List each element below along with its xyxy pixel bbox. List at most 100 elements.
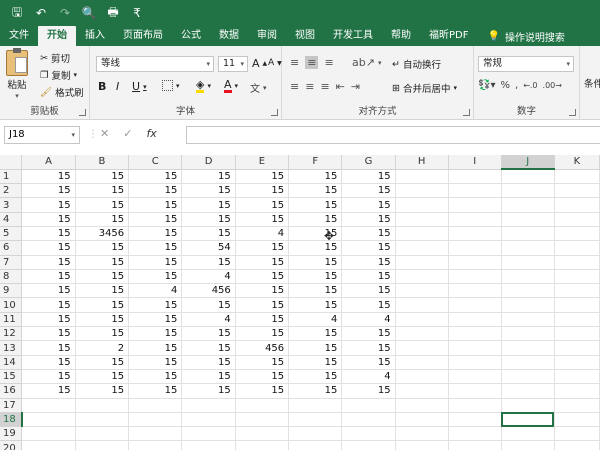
cell[interactable]	[235, 440, 290, 450]
cell[interactable]: 15	[181, 255, 236, 270]
cell[interactable]	[341, 398, 396, 413]
cell[interactable]	[181, 426, 236, 442]
phonetic-button[interactable]: 文 ▾	[250, 80, 267, 96]
cell[interactable]: 456	[235, 340, 290, 356]
cell[interactable]: 15	[21, 312, 76, 328]
cell[interactable]: 15	[341, 255, 396, 270]
cell[interactable]: 4	[181, 269, 236, 285]
merge-center-button[interactable]: ⊞ 合并后居中 ▾	[392, 81, 457, 96]
cell[interactable]: 15	[288, 255, 343, 270]
cell[interactable]: 15	[235, 197, 290, 213]
cell[interactable]	[448, 383, 502, 399]
bold-button[interactable]: B	[98, 80, 106, 93]
cell[interactable]	[21, 426, 76, 442]
cell[interactable]	[501, 283, 555, 299]
cell[interactable]	[501, 212, 555, 227]
cell[interactable]	[395, 312, 449, 328]
cell[interactable]	[501, 240, 555, 256]
cell[interactable]: 15	[75, 255, 130, 270]
cell[interactable]: 15	[235, 269, 290, 285]
cell[interactable]	[395, 326, 449, 342]
cell[interactable]: 15	[235, 355, 290, 370]
cell[interactable]: 15	[75, 297, 130, 313]
row-header[interactable]: 5	[0, 226, 23, 242]
cell[interactable]: 15	[128, 212, 183, 227]
cell[interactable]: 15	[288, 283, 343, 299]
row-header[interactable]: 17	[0, 398, 23, 413]
cell[interactable]: 15	[288, 212, 343, 227]
cell[interactable]	[181, 412, 236, 428]
cell[interactable]	[288, 398, 343, 413]
cell[interactable]	[448, 212, 502, 227]
cell[interactable]	[75, 398, 130, 413]
cell[interactable]: 15	[341, 183, 396, 199]
italic-button[interactable]: I	[116, 80, 119, 93]
percent-style-icon[interactable]: %	[500, 80, 510, 91]
cell[interactable]	[181, 440, 236, 450]
cell[interactable]: 15	[235, 312, 290, 328]
cell[interactable]: 15	[21, 169, 76, 185]
cell[interactable]	[554, 169, 600, 185]
cell[interactable]: 15	[235, 183, 290, 199]
cell[interactable]: 4	[288, 312, 343, 328]
select-all-corner[interactable]	[0, 155, 23, 170]
cell[interactable]	[501, 340, 555, 356]
cell[interactable]: 15	[235, 383, 290, 399]
cell[interactable]	[554, 312, 600, 328]
cell[interactable]	[554, 369, 600, 385]
cell[interactable]	[501, 226, 555, 242]
cell[interactable]	[501, 412, 555, 428]
tell-me-search[interactable]: 💡 操作说明搜索	[481, 26, 570, 46]
conditional-format-button[interactable]: 条件	[584, 76, 600, 90]
increase-font-button[interactable]: A ▲	[252, 57, 267, 70]
cell[interactable]	[554, 326, 600, 342]
cell[interactable]: 15	[75, 312, 130, 328]
cell[interactable]: 15	[288, 169, 343, 185]
cell[interactable]: 15	[75, 283, 130, 299]
tab-6[interactable]: 审阅	[248, 26, 286, 46]
cell[interactable]: 15	[181, 297, 236, 313]
cell[interactable]	[395, 226, 449, 242]
cell[interactable]: 15	[235, 212, 290, 227]
align-center-icon[interactable]: ≡	[305, 80, 314, 93]
cell[interactable]: 15	[181, 326, 236, 342]
cell[interactable]: 456	[181, 283, 236, 299]
cell[interactable]: 15	[288, 297, 343, 313]
cell[interactable]	[501, 355, 555, 370]
row-header[interactable]: 1	[0, 169, 23, 185]
cell[interactable]	[501, 169, 555, 185]
row-header[interactable]: 19	[0, 426, 23, 442]
cell[interactable]: 15	[341, 269, 396, 285]
cell[interactable]: 15	[341, 240, 396, 256]
cell[interactable]	[501, 398, 555, 413]
cell[interactable]: 15	[21, 383, 76, 399]
cell[interactable]	[75, 412, 130, 428]
cell[interactable]: 15	[341, 226, 396, 242]
column-header[interactable]: D	[181, 155, 236, 170]
column-header[interactable]: J	[501, 155, 555, 171]
column-header[interactable]: B	[75, 155, 130, 170]
cell[interactable]: 15	[128, 226, 183, 242]
cell[interactable]: 15	[21, 255, 76, 270]
font-name-select[interactable]: 等线 ▾	[96, 56, 214, 72]
cell[interactable]: 15	[75, 183, 130, 199]
number-launcher-icon[interactable]	[569, 109, 576, 116]
cell[interactable]	[501, 440, 555, 450]
drag-handle-icon[interactable]: ⋮	[88, 129, 98, 140]
cell[interactable]: 15	[341, 283, 396, 299]
comma-style-icon[interactable]: ,	[515, 80, 518, 91]
cell[interactable]	[501, 297, 555, 313]
cell[interactable]: 15	[341, 326, 396, 342]
cell[interactable]	[501, 326, 555, 342]
cell[interactable]: 15	[341, 169, 396, 185]
cell[interactable]: 15	[288, 369, 343, 385]
row-header[interactable]: 2	[0, 183, 23, 199]
cell[interactable]	[448, 440, 502, 450]
cell[interactable]	[75, 426, 130, 442]
cell[interactable]: 15	[128, 240, 183, 256]
cell[interactable]	[448, 197, 502, 213]
tab-3[interactable]: 页面布局	[114, 26, 172, 46]
cell[interactable]: 15	[341, 340, 396, 356]
cell[interactable]	[554, 197, 600, 213]
tab-5[interactable]: 数据	[210, 26, 248, 46]
